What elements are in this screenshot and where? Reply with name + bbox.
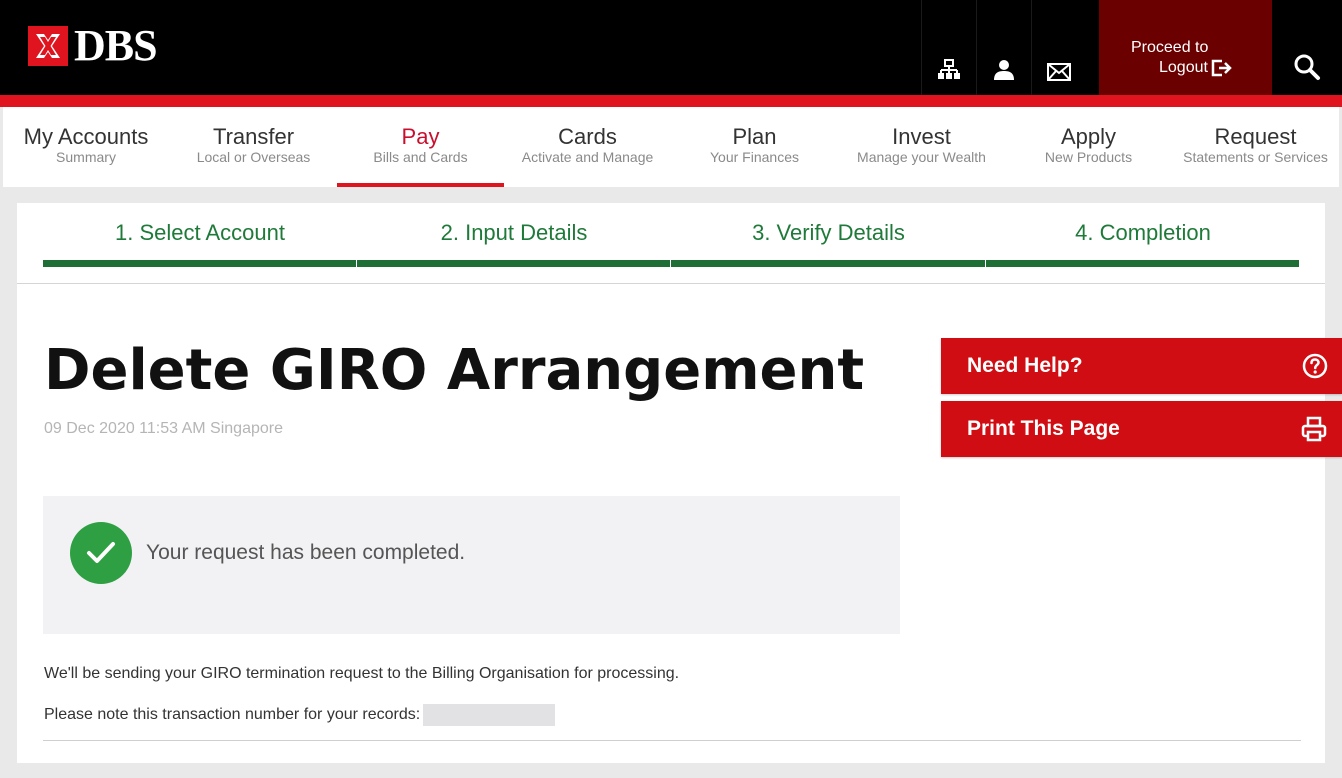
bottom-divider <box>43 740 1301 741</box>
logout-label-line1: Proceed to <box>1131 39 1209 56</box>
nav-item-subtitle: Your Finances <box>710 149 799 165</box>
nav-item-cards[interactable]: Cards Activate and Manage <box>504 107 671 187</box>
main-nav: My Accounts Summary Transfer Local or Ov… <box>3 107 1339 187</box>
step-label: 4. Completion <box>1075 220 1211 245</box>
step-progress-bar <box>671 260 986 267</box>
transaction-number-row: Please note this transaction number for … <box>44 704 556 726</box>
step-label: 2. Input Details <box>440 220 588 245</box>
profile-button[interactable] <box>976 0 1031 95</box>
dbs-logo-icon <box>28 26 68 66</box>
nav-item-pay[interactable]: Pay Bills and Cards <box>337 107 504 187</box>
search-icon <box>1294 54 1320 80</box>
step-select-account: 1. Select Account <box>43 203 357 267</box>
logout-label-line2: Logout <box>1159 59 1208 76</box>
status-panel: Your request has been completed. <box>43 496 900 634</box>
print-page-label: Print This Page <box>967 417 1120 440</box>
need-help-label: Need Help? <box>967 354 1083 377</box>
user-icon <box>994 60 1014 80</box>
nav-item-subtitle: Statements or Services <box>1183 149 1328 165</box>
status-message: Your request has been completed. <box>146 541 466 564</box>
success-check-icon <box>70 522 132 584</box>
transaction-number-label: Please note this transaction number for … <box>44 706 421 723</box>
nav-item-my-accounts[interactable]: My Accounts Summary <box>3 107 169 187</box>
nav-item-title: Plan <box>732 124 777 149</box>
step-completion: 4. Completion <box>986 203 1300 267</box>
question-circle-icon <box>1302 353 1328 379</box>
nav-item-subtitle: Manage your Wealth <box>857 149 986 165</box>
nav-item-title: Apply <box>1060 124 1117 149</box>
nav-item-request[interactable]: Request Statements or Services <box>1172 107 1339 187</box>
logout-button[interactable]: Proceed to Logout <box>1099 0 1272 95</box>
timestamp: 09 Dec 2020 11:53 AM Singapore <box>44 420 283 437</box>
messages-button[interactable] <box>1031 0 1086 95</box>
printer-icon <box>1301 416 1327 442</box>
sitemap-icon <box>938 59 960 79</box>
nav-item-invest[interactable]: Invest Manage your Wealth <box>838 107 1005 187</box>
dbs-logo[interactable]: DBS <box>28 21 158 70</box>
nav-item-apply[interactable]: Apply New Products <box>1005 107 1172 187</box>
nav-item-subtitle: Local or Overseas <box>196 149 311 165</box>
step-verify-details: 3. Verify Details <box>671 203 986 267</box>
nav-item-subtitle: Activate and Manage <box>521 149 654 165</box>
processing-note: We'll be sending your GIRO termination r… <box>44 665 680 682</box>
nav-item-title: Invest <box>892 124 951 149</box>
search-button[interactable] <box>1272 0 1342 95</box>
print-page-button[interactable]: Print This Page <box>941 401 1342 457</box>
nav-item-subtitle: Summary <box>56 149 116 165</box>
step-progress-bar <box>986 260 1300 267</box>
need-help-button[interactable]: Need Help? <box>941 338 1342 394</box>
steps-divider <box>17 283 1325 284</box>
nav-item-title: Transfer <box>212 124 295 149</box>
nav-item-title: Cards <box>558 124 617 149</box>
nav-item-title: My Accounts <box>23 124 149 149</box>
content-card: 1. Select Account 2. Input Details 3. Ve… <box>17 203 1325 763</box>
step-label: 1. Select Account <box>115 220 285 245</box>
step-label: 3. Verify Details <box>752 220 905 245</box>
brand-name: DBS <box>74 21 158 70</box>
mail-icon <box>1047 63 1071 81</box>
nav-item-title: Request <box>1214 124 1297 149</box>
nav-item-subtitle: New Products <box>1044 149 1133 165</box>
sitemap-button[interactable] <box>921 0 976 95</box>
step-input-details: 2. Input Details <box>357 203 671 267</box>
header-accent-strip <box>0 95 1342 107</box>
step-progress-bar <box>357 260 671 267</box>
nav-item-subtitle: Bills and Cards <box>373 149 468 165</box>
page-title: Delete GIRO Arrangement <box>44 338 865 403</box>
progress-steps: 1. Select Account 2. Input Details 3. Ve… <box>43 203 1300 283</box>
transaction-number-redacted <box>423 704 556 726</box>
nav-item-transfer[interactable]: Transfer Local or Overseas <box>170 107 337 187</box>
nav-item-plan[interactable]: Plan Your Finances <box>671 107 838 187</box>
nav-item-title: Pay <box>401 124 440 149</box>
top-bar: DBS Proceed to Logout <box>0 0 1342 95</box>
logout-icon <box>1211 59 1232 77</box>
step-progress-bar <box>43 260 357 267</box>
